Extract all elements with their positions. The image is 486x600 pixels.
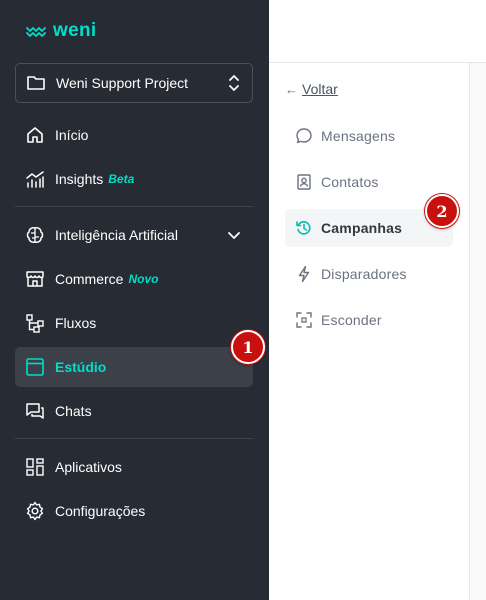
sidebar-item-chats[interactable]: Chats [15,391,253,431]
sidebar-item-insights[interactable]: Insights Beta [15,159,253,199]
project-selector[interactable]: Weni Support Project [15,63,253,103]
gear-icon [25,501,45,521]
back-link-label: Voltar [302,81,338,97]
beta-tag: Beta [108,172,135,186]
sidebar-item-label: Aplicativos [55,459,122,475]
submenu-item-label: Contatos [321,174,379,190]
sidebar-item-label: Chats [55,403,92,419]
top-bar [269,0,486,63]
submenu-item-contatos[interactable]: Contatos [285,163,453,201]
submenu-item-disparadores[interactable]: Disparadores [285,255,453,293]
sidebar-item-label: Início [55,127,89,143]
chevron-up-down-icon [229,75,239,91]
submenu-item-label: Campanhas [321,220,403,236]
brain-icon [25,225,45,245]
step-badge-2: 2 [425,194,459,228]
step-badge-1: 1 [231,330,265,364]
submenu-item-label: Mensagens [321,128,396,144]
sidebar: weni Weni Support Project Início Insight… [0,0,269,600]
sidebar-item-label: Estúdio [55,359,107,375]
logo-text: weni [53,20,97,41]
message-bubble-icon [295,127,313,145]
sidebar-item-label: Inteligência Artificial [55,227,178,243]
sidebar-item-label: Configurações [55,503,146,519]
sidebar-item-inicio[interactable]: Início [15,115,253,155]
sidebar-item-fluxos[interactable]: Fluxos [15,303,253,343]
chevron-down-icon[interactable] [227,227,241,243]
folder-icon [27,76,45,90]
sidebar-item-label: Fluxos [55,315,97,331]
weni-logo[interactable]: weni [26,20,96,42]
history-clock-icon [295,219,313,237]
submenu-item-esconder[interactable]: Esconder [285,301,453,339]
sidebar-item-label: Insights [55,171,104,187]
chats-icon [25,401,45,421]
submenu-item-label: Disparadores [321,266,407,282]
sidebar-item-inteligencia-artificial[interactable]: Inteligência Artificial [15,215,253,255]
sidebar-divider [15,206,253,207]
sidebar-item-commerce[interactable]: Commerce Novo [15,259,253,299]
insights-chart-icon [25,169,45,189]
sidebar-item-estudio[interactable]: Estúdio [15,347,253,387]
store-icon [25,269,45,289]
flows-icon [25,313,45,333]
back-link[interactable]: ← Voltar [285,81,338,97]
apps-grid-icon [25,457,45,477]
contact-card-icon [295,173,313,191]
sidebar-item-aplicativos[interactable]: Aplicativos [15,447,253,487]
back-arrow-icon: ← [285,81,298,97]
weni-logo-icon [26,27,46,37]
submenu-item-label: Esconder [321,312,382,328]
home-icon [25,125,45,145]
project-name: Weni Support Project [56,75,189,91]
submenu-item-mensagens[interactable]: Mensagens [285,117,453,155]
sidebar-divider [15,438,253,439]
studio-window-icon [25,357,45,377]
hide-frame-icon [295,311,313,329]
bolt-icon [295,265,313,283]
sidebar-item-label: Commerce [55,271,124,287]
novo-tag: Novo [128,272,159,286]
main-content-area [470,63,486,600]
sidebar-item-configuracoes[interactable]: Configurações [15,491,253,531]
